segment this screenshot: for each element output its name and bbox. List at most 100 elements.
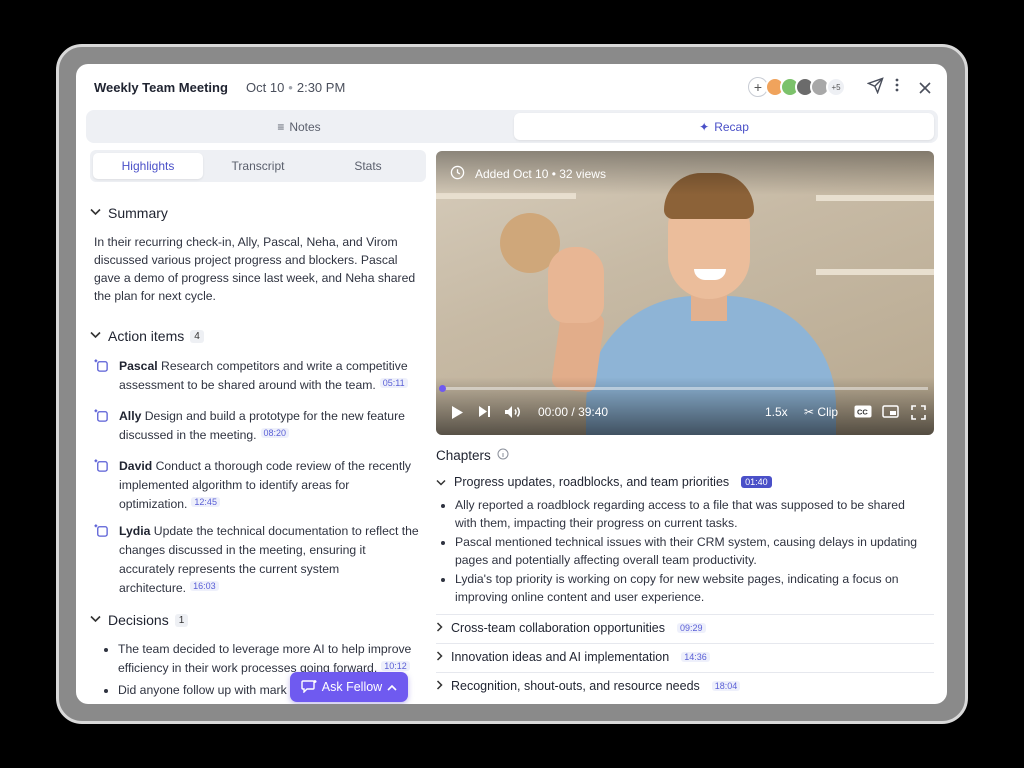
current-time: 00:00 bbox=[538, 405, 569, 419]
chevron-down-icon bbox=[90, 208, 102, 219]
list-item: Pascal mentioned technical issues with t… bbox=[455, 533, 925, 569]
ask-fellow-button[interactable]: Ask Fellow bbox=[290, 672, 408, 702]
list-item: Ally reported a roadblock regarding acce… bbox=[455, 496, 925, 532]
progress-knob[interactable] bbox=[439, 385, 446, 392]
scissors-icon: ✂ bbox=[804, 405, 815, 419]
chevron-down-icon bbox=[436, 475, 446, 489]
chevron-down-icon bbox=[90, 331, 102, 342]
video-progress-bar[interactable] bbox=[439, 385, 928, 392]
participants-more-badge[interactable]: +5 bbox=[826, 77, 846, 97]
chapter-title: Cross-team collaboration opportunities bbox=[451, 621, 665, 635]
timestamp-link[interactable]: 08:20 bbox=[260, 428, 290, 438]
decision-text: The team decided to leverage more AI to … bbox=[118, 642, 412, 675]
meeting-datetime: Oct 10 • 2:30 PM bbox=[246, 80, 346, 95]
info-icon[interactable] bbox=[497, 448, 509, 463]
svg-text:CC: CC bbox=[857, 408, 868, 417]
subtab-transcript[interactable]: Transcript bbox=[203, 153, 313, 179]
volume-icon[interactable] bbox=[504, 405, 522, 419]
chapters-heading: Chapters bbox=[436, 448, 491, 463]
duration: 39:40 bbox=[578, 405, 609, 419]
action-item[interactable]: Ally Design and build a prototype for th… bbox=[94, 407, 424, 446]
captions-icon[interactable]: CC bbox=[854, 405, 872, 418]
ask-fellow-label: Ask Fellow bbox=[321, 680, 383, 694]
action-items-header[interactable]: Action items 4 bbox=[90, 328, 204, 344]
video-info: Added Oct 10 • 32 views bbox=[450, 165, 606, 183]
decisions-heading: Decisions bbox=[108, 612, 169, 628]
action-owner: Pascal bbox=[119, 359, 158, 373]
chapter-title: Progress updates, roadblocks, and team p… bbox=[454, 475, 730, 489]
meeting-date: Oct 10 bbox=[246, 80, 285, 95]
action-text: Research competitors and write a competi… bbox=[119, 359, 408, 392]
timestamp-link[interactable]: 16:03 bbox=[190, 581, 219, 591]
chapter-row[interactable]: Recognition, shout-outs, and resource ne… bbox=[436, 679, 934, 693]
chapter-timestamp[interactable]: 01:40 bbox=[741, 476, 772, 488]
decisions-count: 1 bbox=[174, 613, 189, 627]
more-options-icon[interactable] bbox=[895, 78, 899, 95]
subtab-highlights[interactable]: Highlights bbox=[93, 153, 203, 179]
tab-notes[interactable]: ≡ Notes bbox=[89, 113, 509, 140]
send-icon[interactable] bbox=[866, 77, 884, 97]
time-separator: / bbox=[571, 405, 575, 419]
chevron-right-icon bbox=[436, 650, 443, 664]
app-window: Weekly Team Meeting Oct 10 • 2:30 PM + +5 … bbox=[76, 64, 947, 704]
chapter-timestamp[interactable]: 14:36 bbox=[681, 652, 710, 662]
chapter-row[interactable]: Cross-team collaboration opportunities 0… bbox=[436, 621, 934, 635]
task-sparkle-icon bbox=[94, 408, 110, 424]
timestamp-link[interactable]: 10:12 bbox=[381, 661, 410, 671]
video-player[interactable]: Added Oct 10 • 32 views 00:00 / 39:40 1.… bbox=[436, 151, 934, 435]
action-owner: Lydia bbox=[119, 524, 151, 538]
chapter-row[interactable]: Progress updates, roadblocks, and team p… bbox=[436, 475, 934, 489]
action-item[interactable]: David Conduct a thorough code review of … bbox=[94, 457, 424, 515]
clip-label: Clip bbox=[817, 405, 839, 419]
meeting-time: 2:30 PM bbox=[296, 80, 346, 95]
play-icon[interactable] bbox=[450, 405, 464, 420]
decisions-header[interactable]: Decisions 1 bbox=[90, 612, 189, 628]
close-icon[interactable] bbox=[919, 81, 931, 97]
action-items-count: 4 bbox=[190, 329, 204, 343]
participants[interactable]: + +5 bbox=[748, 76, 846, 98]
notes-icon: ≡ bbox=[277, 119, 285, 134]
subtab-stats[interactable]: Stats bbox=[313, 153, 423, 179]
picture-in-picture-icon[interactable] bbox=[882, 405, 899, 418]
chevron-up-icon bbox=[387, 680, 397, 694]
title-bar: Weekly Team Meeting Oct 10 • 2:30 PM + +5 bbox=[76, 64, 947, 110]
tab-notes-label: Notes bbox=[289, 119, 321, 134]
task-sparkle-icon bbox=[94, 358, 110, 374]
action-owner: Ally bbox=[119, 409, 142, 423]
chevron-right-icon bbox=[436, 679, 443, 693]
summary-header[interactable]: Summary bbox=[90, 205, 168, 221]
tab-recap[interactable]: ✦ Recap bbox=[514, 113, 934, 140]
summary-text: In their recurring check-in, Ally, Pasca… bbox=[94, 235, 416, 303]
chapter-row[interactable]: Innovation ideas and AI implementation 1… bbox=[436, 650, 934, 664]
decision-text: Did anyone follow up with mark bbox=[118, 683, 287, 697]
action-text: Conduct a thorough code review of the re… bbox=[119, 459, 412, 511]
recap-subtabs: Highlights Transcript Stats bbox=[90, 150, 426, 182]
chapter-timestamp[interactable]: 09:29 bbox=[677, 623, 706, 633]
action-text: Update the technical documentation to re… bbox=[119, 524, 419, 595]
chevron-down-icon bbox=[90, 615, 102, 626]
divider bbox=[436, 614, 934, 615]
fullscreen-icon[interactable] bbox=[911, 405, 926, 420]
action-item[interactable]: Pascal Research competitors and write a … bbox=[94, 357, 424, 396]
timestamp-link[interactable]: 12:45 bbox=[191, 497, 220, 507]
chapter-title: Innovation ideas and AI implementation bbox=[451, 650, 670, 664]
playback-speed-button[interactable]: 1.5x bbox=[765, 405, 788, 419]
summary-heading: Summary bbox=[108, 205, 168, 221]
clock-icon bbox=[450, 165, 465, 183]
list-item: Lydia's top priority is working on copy … bbox=[455, 570, 925, 606]
task-sparkle-icon bbox=[94, 523, 110, 539]
view-switcher: ≡ Notes ✦ Recap bbox=[86, 110, 938, 143]
action-owner: David bbox=[119, 459, 153, 473]
chat-ai-icon bbox=[301, 679, 317, 696]
sparkle-icon: ✦ bbox=[699, 119, 710, 134]
clip-button[interactable]: ✂ Clip bbox=[804, 405, 838, 419]
timestamp-link[interactable]: 05:11 bbox=[379, 378, 408, 388]
tab-recap-label: Recap bbox=[714, 119, 749, 134]
action-item[interactable]: Lydia Update the technical documentation… bbox=[94, 522, 424, 599]
divider bbox=[436, 643, 934, 644]
action-items-heading: Action items bbox=[108, 328, 185, 344]
meeting-title: Weekly Team Meeting bbox=[94, 80, 228, 95]
chapters-header: Chapters bbox=[436, 448, 509, 463]
skip-forward-icon[interactable] bbox=[478, 405, 491, 418]
chapter-timestamp[interactable]: 18:04 bbox=[711, 681, 741, 691]
